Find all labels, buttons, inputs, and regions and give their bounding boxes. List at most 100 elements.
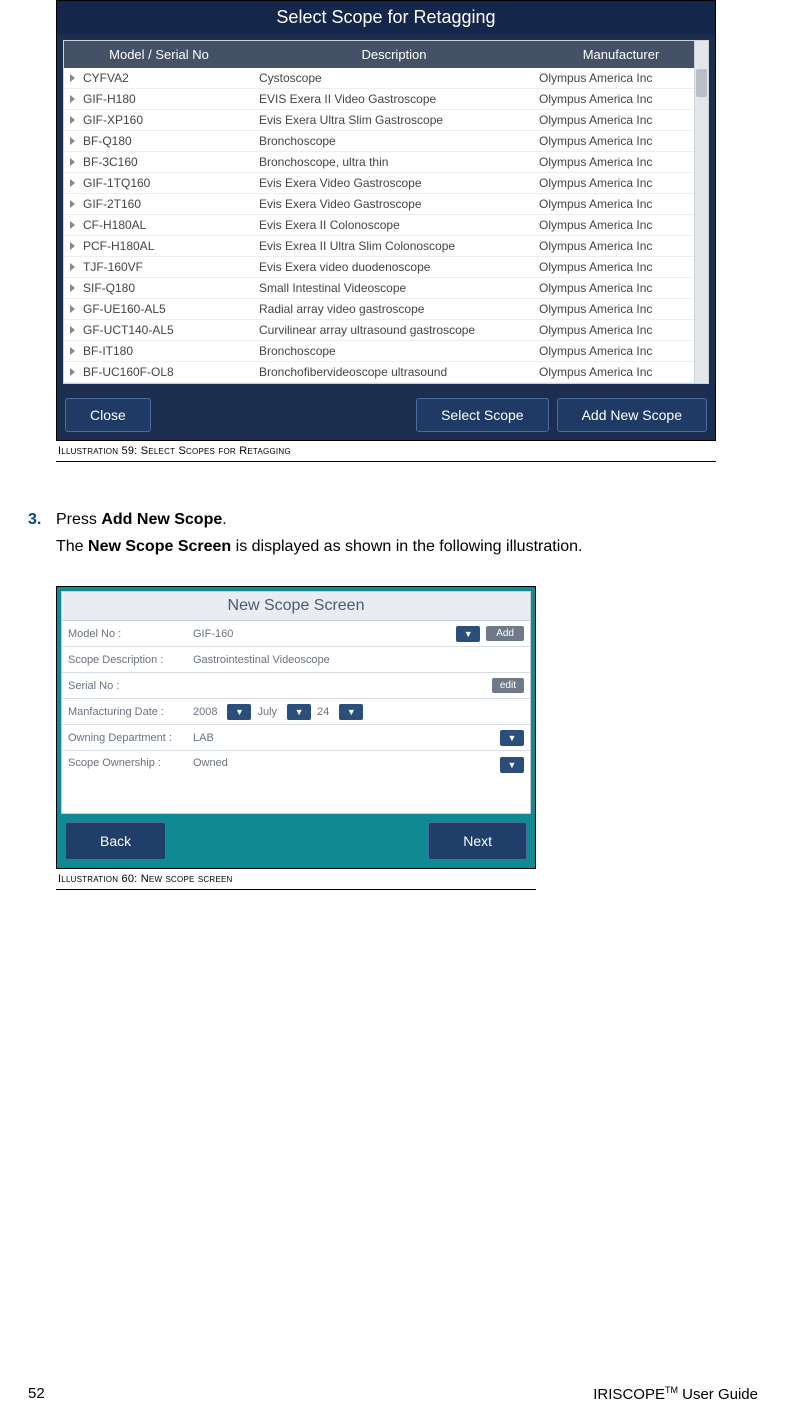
model-dropdown[interactable]: ▼	[456, 626, 480, 642]
table-row[interactable]: BF-3C160Bronchoscope, ultra thinOlympus …	[64, 152, 708, 173]
cell-model: GF-UE160-AL5	[83, 302, 259, 316]
guide-title: IRISCOPETM User Guide	[593, 1385, 758, 1403]
step-text: .	[222, 511, 226, 528]
step-text: Press	[56, 511, 101, 528]
expand-icon[interactable]	[70, 200, 75, 208]
expand-icon[interactable]	[70, 284, 75, 292]
model-add-button[interactable]: Add	[486, 626, 524, 641]
row-scope-ownership: Scope Ownership : Owned ▼	[62, 751, 530, 813]
expand-icon[interactable]	[70, 326, 75, 334]
dialog-footer: Close Select Scope Add New Scope	[57, 390, 715, 440]
cell-description: Bronchoscope	[259, 134, 539, 148]
expand-icon[interactable]	[70, 368, 75, 376]
table-row[interactable]: CYFVA2CystoscopeOlympus America Inc	[64, 68, 708, 89]
expand-icon[interactable]	[70, 179, 75, 187]
page-number: 52	[28, 1385, 45, 1403]
value-owning-department: LAB	[193, 732, 496, 744]
cell-model: SIF-Q180	[83, 281, 259, 295]
label-serial-no: Serial No :	[68, 680, 193, 692]
mfg-day-dropdown[interactable]: ▼	[339, 704, 363, 720]
table-row[interactable]: GIF-H180EVIS Exera II Video GastroscopeO…	[64, 89, 708, 110]
serial-edit-button[interactable]: edit	[492, 678, 524, 693]
header-description: Description	[254, 41, 534, 68]
value-scope-description: Gastrointestinal Videoscope	[193, 654, 524, 666]
cell-model: GIF-2T160	[83, 197, 259, 211]
expand-icon[interactable]	[70, 95, 75, 103]
cell-manufacturer: Olympus America Inc	[539, 134, 708, 148]
cell-model: GF-UCT140-AL5	[83, 323, 259, 337]
department-dropdown[interactable]: ▼	[500, 730, 524, 746]
cell-manufacturer: Olympus America Inc	[539, 239, 708, 253]
cell-description: Evis Exera II Colonoscope	[259, 218, 539, 232]
step-3: 3. Press Add New Scope.	[28, 508, 758, 532]
cell-description: Bronchofibervideoscope ultrasound	[259, 365, 539, 379]
fig60-caption: Illustration 60: New scope screen	[56, 869, 536, 890]
step-text: is displayed as shown in the following i…	[231, 538, 582, 555]
value-scope-ownership: Owned	[193, 757, 496, 769]
cell-manufacturer: Olympus America Inc	[539, 344, 708, 358]
cell-model: BF-3C160	[83, 155, 259, 169]
table-row[interactable]: GF-UCT140-AL5Curvilinear array ultrasoun…	[64, 320, 708, 341]
step-bold: New Scope Screen	[88, 538, 231, 555]
expand-icon[interactable]	[70, 158, 75, 166]
cell-description: Evis Exrea II Ultra Slim Colonoscope	[259, 239, 539, 253]
cell-description: Curvilinear array ultrasound gastroscope	[259, 323, 539, 337]
cell-description: Small Intestinal Videoscope	[259, 281, 539, 295]
mfg-month-dropdown[interactable]: ▼	[287, 704, 311, 720]
cell-manufacturer: Olympus America Inc	[539, 92, 708, 106]
fig59-caption: Illustration 59: Select Scopes for Retag…	[56, 441, 716, 462]
label-scope-description: Scope Description :	[68, 654, 193, 666]
next-button[interactable]: Next	[428, 822, 527, 860]
cell-description: Cystoscope	[259, 71, 539, 85]
expand-icon[interactable]	[70, 137, 75, 145]
scrollbar[interactable]	[694, 41, 708, 383]
form-rows: Model No : GIF-160 ▼ Add Scope Descripti…	[61, 620, 531, 814]
label-manufacturing-date: Manfacturing Date :	[68, 706, 193, 718]
mfg-day: 24	[317, 706, 329, 718]
dialog-footer: Back Next	[57, 814, 535, 868]
cell-manufacturer: Olympus America Inc	[539, 218, 708, 232]
select-scope-button[interactable]: Select Scope	[416, 398, 549, 432]
close-button[interactable]: Close	[65, 398, 151, 432]
dialog-title: New Scope Screen	[61, 591, 531, 620]
expand-icon[interactable]	[70, 74, 75, 82]
cell-model: GIF-XP160	[83, 113, 259, 127]
cell-model: GIF-1TQ160	[83, 176, 259, 190]
label-owning-department: Owning Department :	[68, 732, 193, 744]
table-row[interactable]: BF-IT180BronchoscopeOlympus America Inc	[64, 341, 708, 362]
header-manufacturer: Manufacturer	[534, 41, 708, 68]
table-row[interactable]: BF-Q180BronchoscopeOlympus America Inc	[64, 131, 708, 152]
table-row[interactable]: BF-UC160F-OL8Bronchofibervideoscope ultr…	[64, 362, 708, 383]
cell-model: TJF-160VF	[83, 260, 259, 274]
table-row[interactable]: GF-UE160-AL5Radial array video gastrosco…	[64, 299, 708, 320]
table-row[interactable]: CF-H180ALEvis Exera II ColonoscopeOlympu…	[64, 215, 708, 236]
cell-description: EVIS Exera II Video Gastroscope	[259, 92, 539, 106]
page-footer: 52 IRISCOPETM User Guide	[28, 1385, 758, 1403]
table-row[interactable]: GIF-2T160Evis Exera Video GastroscopeOly…	[64, 194, 708, 215]
expand-icon[interactable]	[70, 242, 75, 250]
expand-icon[interactable]	[70, 221, 75, 229]
table-row[interactable]: SIF-Q180Small Intestinal VideoscopeOlymp…	[64, 278, 708, 299]
mfg-month: July	[257, 706, 277, 718]
scrollbar-thumb[interactable]	[696, 69, 707, 97]
add-new-scope-button[interactable]: Add New Scope	[557, 398, 707, 432]
expand-icon[interactable]	[70, 347, 75, 355]
cell-manufacturer: Olympus America Inc	[539, 197, 708, 211]
ownership-dropdown[interactable]: ▼	[500, 757, 524, 773]
table-row[interactable]: GIF-XP160Evis Exera Ultra Slim Gastrosco…	[64, 110, 708, 131]
header-model-serial: Model / Serial No	[64, 41, 254, 68]
expand-icon[interactable]	[70, 116, 75, 124]
fig-new-scope-screen: New Scope Screen Model No : GIF-160 ▼ Ad…	[56, 586, 536, 869]
expand-icon[interactable]	[70, 263, 75, 271]
table-row[interactable]: PCF-H180ALEvis Exrea II Ultra Slim Colon…	[64, 236, 708, 257]
row-serial-no: Serial No : edit	[62, 673, 530, 699]
cell-model: BF-UC160F-OL8	[83, 365, 259, 379]
table-row[interactable]: GIF-1TQ160Evis Exera Video GastroscopeOl…	[64, 173, 708, 194]
expand-icon[interactable]	[70, 305, 75, 313]
table-row[interactable]: TJF-160VFEvis Exera video duodenoscopeOl…	[64, 257, 708, 278]
cell-manufacturer: Olympus America Inc	[539, 113, 708, 127]
back-button[interactable]: Back	[65, 822, 166, 860]
cell-manufacturer: Olympus America Inc	[539, 302, 708, 316]
mfg-year: 2008	[193, 706, 217, 718]
mfg-year-dropdown[interactable]: ▼	[227, 704, 251, 720]
